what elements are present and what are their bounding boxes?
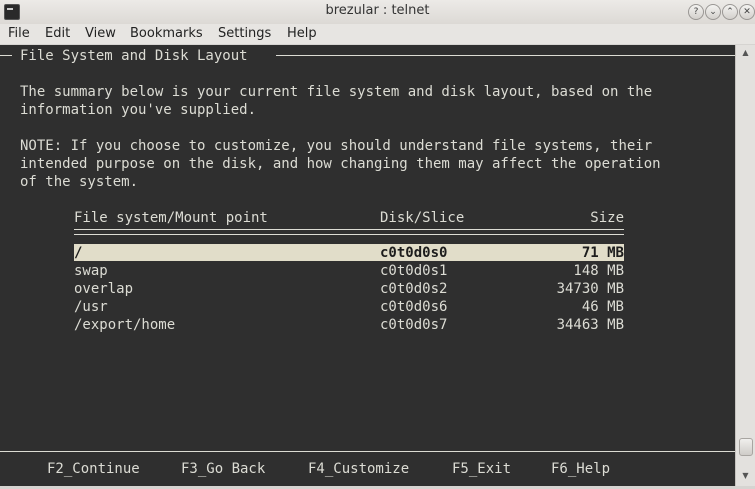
note-line-3: of the system.: [20, 174, 139, 190]
menu-settings[interactable]: Settings: [218, 26, 271, 41]
header-separator: [74, 229, 624, 235]
row-slice[interactable]: c0t0d0s6: [380, 298, 447, 316]
header-mount-point: File system/Mount point: [74, 210, 268, 226]
note-line-1: NOTE: If you choose to customize, you sh…: [20, 138, 653, 154]
fkey-separator: [0, 451, 735, 452]
window-title: brezular : telnet: [325, 3, 430, 18]
close-icon[interactable]: ✕: [739, 4, 755, 20]
f5-exit-button[interactable]: F5_Exit: [452, 460, 511, 478]
menu-help[interactable]: Help: [287, 26, 317, 41]
f3-go-back-button[interactable]: F3_Go Back: [181, 460, 265, 478]
title-bar: brezular : telnet ? ⌄ ⌃ ✕: [0, 0, 755, 25]
scroll-down-icon[interactable]: ▼: [738, 470, 753, 482]
maximize-icon[interactable]: ⌃: [722, 4, 738, 20]
summary-line-2: information you've supplied.: [20, 102, 257, 118]
scroll-thumb[interactable]: [739, 438, 753, 456]
row-size[interactable]: 148 MB: [504, 262, 624, 280]
f6-help-button[interactable]: F6_Help: [551, 460, 610, 478]
row-slice[interactable]: c0t0d0s1: [380, 262, 447, 280]
title-rule-right: [276, 55, 735, 56]
row-size[interactable]: 46 MB: [504, 298, 624, 316]
row-mount[interactable]: /export/home: [74, 316, 175, 334]
section-title: File System and Disk Layout: [20, 48, 248, 64]
vertical-scrollbar[interactable]: ▲ ▼: [735, 45, 755, 486]
menu-view[interactable]: View: [85, 26, 116, 41]
f4-customize-button[interactable]: F4_Customize: [308, 460, 409, 478]
help-icon[interactable]: ?: [688, 4, 704, 20]
row-size[interactable]: 71 MB: [504, 244, 624, 262]
note-line-2: intended purpose on the disk, and how ch…: [20, 156, 661, 172]
row-slice[interactable]: c0t0d0s2: [380, 280, 447, 298]
row-mount[interactable]: swap: [74, 262, 108, 280]
row-size[interactable]: 34730 MB: [504, 280, 624, 298]
menu-bookmarks[interactable]: Bookmarks: [130, 26, 203, 41]
row-size[interactable]: 34463 MB: [504, 316, 624, 334]
row-slice[interactable]: c0t0d0s7: [380, 316, 447, 334]
header-disk-slice: Disk/Slice: [380, 210, 465, 226]
menu-bar: File Edit View Bookmarks Settings Help: [0, 24, 755, 44]
minimize-icon[interactable]: ⌄: [705, 4, 721, 20]
menu-edit[interactable]: Edit: [45, 26, 70, 41]
scroll-up-icon[interactable]: ▲: [738, 47, 753, 59]
summary-line-1: The summary below is your current file s…: [20, 84, 653, 100]
row-mount[interactable]: overlap: [74, 280, 133, 298]
row-slice[interactable]: c0t0d0s0: [380, 244, 447, 262]
title-rule-left: [0, 55, 12, 56]
row-mount[interactable]: /: [74, 244, 82, 262]
terminal-screen[interactable]: File System and Disk Layout The summary …: [0, 45, 735, 486]
header-size: Size: [590, 210, 624, 226]
f2-continue-button[interactable]: F2_Continue: [47, 460, 140, 478]
menu-file[interactable]: File: [8, 26, 30, 41]
row-mount[interactable]: /usr: [74, 298, 108, 316]
